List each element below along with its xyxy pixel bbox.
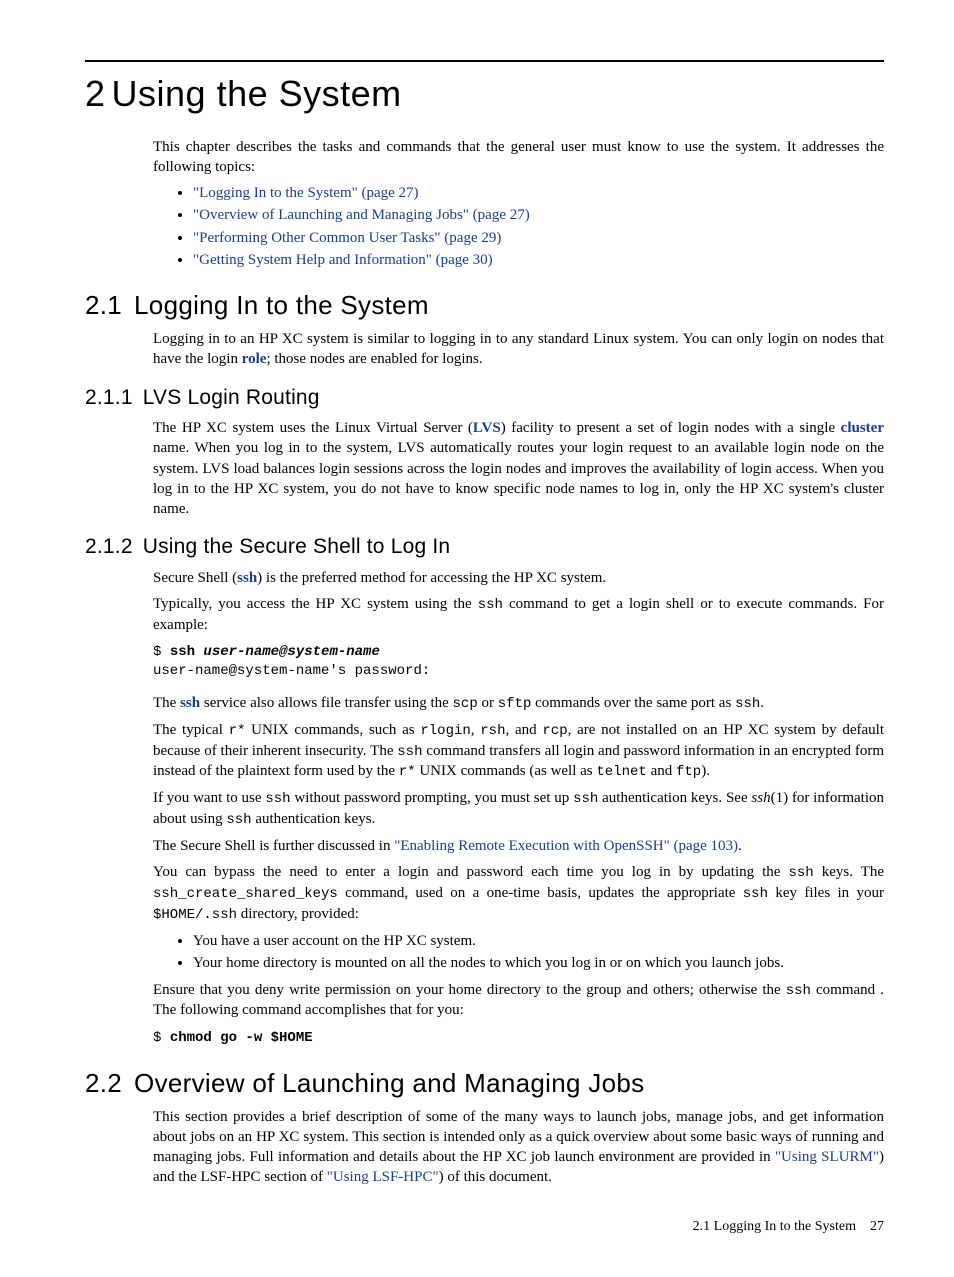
lsf-link[interactable]: "Using LSF-HPC" (327, 1169, 439, 1185)
s211-para: The HP XC system uses the Linux Virtual … (153, 418, 884, 519)
subsection-title: LVS Login Routing (143, 386, 320, 409)
toc-link[interactable]: "Performing Other Common User Tasks" (pa… (193, 230, 501, 246)
toc-item: "Overview of Launching and Managing Jobs… (193, 205, 884, 225)
footer-section: 2.1 Logging In to the System (693, 1219, 856, 1234)
section-2-1-heading: 2.1 Logging In to the System (85, 288, 884, 323)
subsection-title: Using the Secure Shell to Log In (143, 535, 451, 558)
section-title: Overview of Launching and Managing Jobs (134, 1068, 644, 1098)
lvs-link[interactable]: LVS (473, 420, 501, 436)
code-example-2: $ chmod go -w $HOME (153, 1029, 884, 1048)
top-rule (85, 60, 884, 62)
chapter-title-text: Using the System (112, 73, 402, 114)
ssh-code: ssh (478, 597, 503, 613)
list-item: You have a user account on the HP XC sys… (193, 931, 884, 951)
cluster-link[interactable]: cluster (841, 420, 884, 436)
s212-p8: Ensure that you deny write permission on… (153, 980, 884, 1021)
section-number: 2.2 (85, 1068, 122, 1098)
s212-p1: Secure Shell (ssh) is the preferred meth… (153, 568, 884, 588)
chapter-number: 2 (85, 73, 106, 114)
section-2-1-1-heading: 2.1.1 LVS Login Routing (85, 384, 884, 412)
code-example-1: $ ssh user-name@system-name user-name@sy… (153, 643, 884, 681)
section-number: 2.1 (85, 290, 122, 320)
slurm-link[interactable]: "Using SLURM" (775, 1149, 879, 1165)
openssh-link[interactable]: "Enabling Remote Execution with OpenSSH"… (394, 838, 738, 854)
s212-p4: The typical r* UNIX commands, such as rl… (153, 720, 884, 783)
s22-para: This section provides a brief descriptio… (153, 1107, 884, 1188)
subsection-number: 2.1.2 (85, 535, 133, 558)
section-title: Logging In to the System (134, 290, 429, 320)
toc-item: "Performing Other Common User Tasks" (pa… (193, 228, 884, 248)
s21-para: Logging in to an HP XC system is similar… (153, 329, 884, 370)
s212-p5: If you want to use ssh without password … (153, 788, 884, 830)
toc-link[interactable]: "Logging In to the System" (page 27) (193, 185, 419, 201)
s212-p2: Typically, you access the HP XC system u… (153, 594, 884, 635)
toc-link[interactable]: "Getting System Help and Information" (p… (193, 252, 493, 268)
section-2-2-heading: 2.2 Overview of Launching and Managing Jo… (85, 1066, 884, 1101)
footer-page: 27 (870, 1219, 884, 1234)
s212-p3: The ssh service also allows file transfe… (153, 693, 884, 714)
s212-bullets: You have a user account on the HP XC sys… (153, 931, 884, 974)
role-link[interactable]: role (242, 351, 267, 367)
s212-p6: The Secure Shell is further discussed in… (153, 836, 884, 856)
ssh-link[interactable]: ssh (237, 570, 257, 586)
ssh-link[interactable]: ssh (180, 695, 200, 711)
toc-link[interactable]: "Overview of Launching and Managing Jobs… (193, 207, 530, 223)
subsection-number: 2.1.1 (85, 386, 133, 409)
chapter-intro: This chapter describes the tasks and com… (153, 137, 884, 178)
toc-item: "Getting System Help and Information" (p… (193, 250, 884, 270)
toc-item: "Logging In to the System" (page 27) (193, 183, 884, 203)
section-2-1-2-heading: 2.1.2 Using the Secure Shell to Log In (85, 533, 884, 561)
toc-list: "Logging In to the System" (page 27) "Ov… (153, 183, 884, 270)
s212-p7: You can bypass the need to enter a login… (153, 862, 884, 925)
page-footer: 2.1 Logging In to the System 27 (85, 1218, 884, 1237)
chapter-title: 2Using the System (85, 70, 884, 119)
list-item: Your home directory is mounted on all th… (193, 953, 884, 973)
